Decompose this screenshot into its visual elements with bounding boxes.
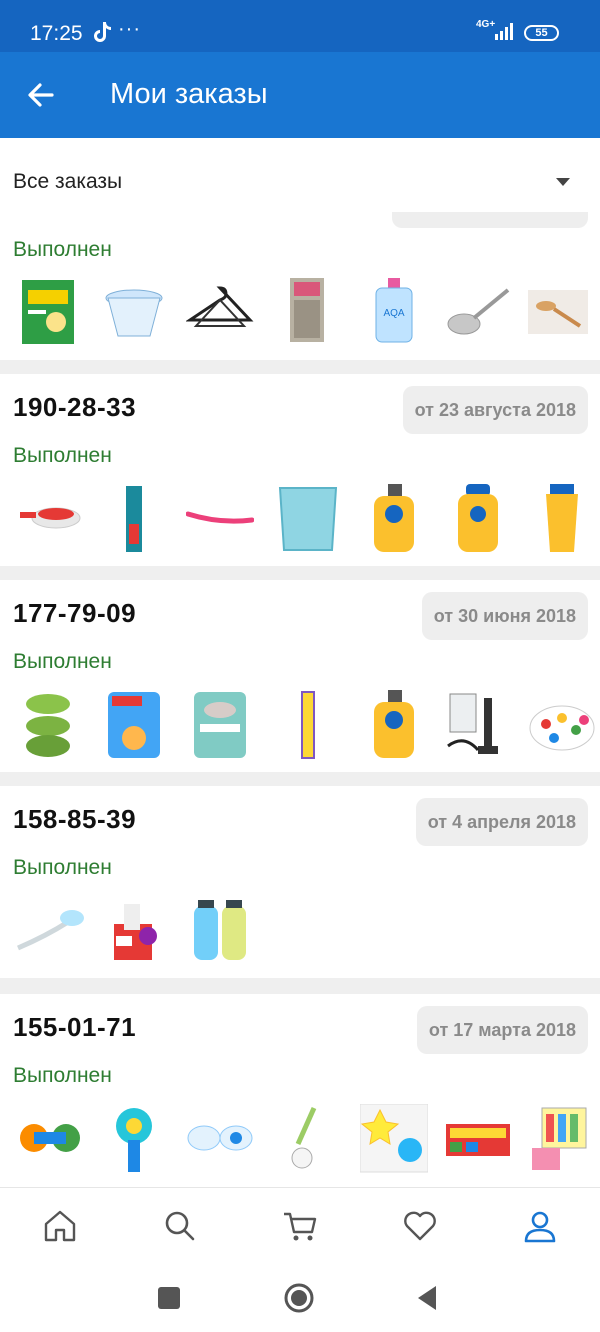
product-thumbnail[interactable] — [100, 896, 168, 966]
order-items: AQA — [0, 276, 600, 356]
product-thumbnail[interactable] — [186, 896, 254, 966]
product-thumbnail[interactable] — [528, 484, 596, 554]
status-more-dots: ··· — [118, 18, 141, 40]
product-thumbnail[interactable] — [274, 1104, 342, 1174]
status-time: 17:25 — [30, 22, 83, 45]
product-thumbnail[interactable] — [528, 690, 596, 760]
order-date-badge: от 4 апреля 2018 — [415, 798, 588, 846]
product-thumbnail[interactable] — [186, 1104, 254, 1174]
order-status: Выполнен — [13, 238, 112, 261]
order-items — [0, 484, 600, 564]
order-date-badge: от 17 марта 2018 — [416, 1006, 588, 1054]
product-thumbnail[interactable] — [16, 690, 84, 760]
order-number: 155-01-71 — [13, 1012, 137, 1042]
order-card[interactable]: Выполнен AQA — [0, 212, 600, 360]
system-navigation — [0, 1267, 600, 1332]
order-card[interactable]: 190-28-33 от 23 августа 2018 Выполнен — [0, 374, 600, 566]
order-items — [0, 896, 600, 976]
chevron-down-icon — [556, 178, 570, 186]
bottom-navigation — [0, 1187, 600, 1267]
product-thumbnail[interactable] — [528, 1104, 596, 1174]
order-items — [0, 690, 600, 770]
system-back-icon[interactable] — [410, 1281, 444, 1315]
product-thumbnail[interactable] — [100, 1104, 168, 1174]
signal-icon — [495, 23, 513, 40]
order-number: 190-28-33 — [13, 392, 137, 422]
tiktok-icon — [94, 22, 111, 42]
order-date-badge: от 23 августа 2018 — [402, 386, 588, 434]
cart-icon[interactable] — [280, 1206, 320, 1246]
product-thumbnail[interactable] — [100, 276, 168, 346]
product-thumbnail[interactable]: AQA — [360, 276, 428, 346]
order-card[interactable]: 158-85-39 от 4 апреля 2018 Выполнен — [0, 786, 600, 978]
product-thumbnail[interactable] — [360, 484, 428, 554]
order-date-badge: от 30 июня 2018 — [421, 592, 588, 640]
product-thumbnail[interactable] — [444, 1104, 512, 1174]
product-thumbnail[interactable] — [274, 690, 342, 760]
order-items — [0, 1103, 600, 1184]
home-button-icon[interactable] — [282, 1281, 316, 1315]
product-thumbnail[interactable] — [185, 276, 254, 346]
product-thumbnail[interactable] — [360, 690, 428, 760]
order-card[interactable]: 177-79-09 от 30 июня 2018 Выполнен — [0, 580, 600, 772]
home-icon[interactable] — [40, 1206, 80, 1246]
order-status: Выполнен — [13, 650, 112, 673]
product-thumbnail[interactable] — [100, 484, 168, 554]
product-thumbnail[interactable] — [274, 276, 342, 346]
order-status: Выполнен — [13, 1064, 112, 1087]
product-thumbnail[interactable] — [16, 276, 84, 346]
product-thumbnail[interactable] — [100, 690, 168, 760]
profile-icon[interactable] — [520, 1206, 560, 1246]
search-icon[interactable] — [160, 1206, 200, 1246]
order-status: Выполнен — [13, 444, 112, 467]
page-title: Мои заказы — [110, 78, 268, 110]
product-thumbnail[interactable] — [185, 484, 255, 554]
battery-icon: 55 — [524, 25, 559, 41]
product-thumbnail[interactable] — [16, 484, 84, 554]
svg-text:AQA: AQA — [383, 308, 404, 319]
product-thumbnail[interactable] — [16, 1104, 84, 1174]
product-thumbnail[interactable] — [444, 276, 512, 346]
order-number: 177-79-09 — [13, 598, 137, 628]
order-card[interactable]: 155-01-71 от 17 марта 2018 Выполнен — [0, 994, 600, 1187]
order-status: Выполнен — [13, 856, 112, 879]
network-type: 4G+ — [476, 19, 496, 30]
app-bar: Мои заказы — [0, 52, 600, 138]
heart-icon[interactable] — [400, 1206, 440, 1246]
product-thumbnail[interactable] — [274, 484, 342, 554]
product-thumbnail[interactable] — [444, 484, 512, 554]
product-thumbnail[interactable] — [359, 1103, 429, 1174]
filter-label: Все заказы — [13, 170, 123, 193]
product-thumbnail[interactable] — [528, 276, 596, 346]
order-number: 158-85-39 — [13, 804, 137, 834]
arrow-left-icon[interactable] — [22, 76, 62, 116]
product-thumbnail[interactable] — [16, 896, 84, 966]
order-date-badge — [392, 212, 588, 228]
recent-apps-icon[interactable] — [152, 1281, 186, 1315]
product-thumbnail[interactable] — [444, 690, 512, 760]
product-thumbnail[interactable] — [186, 690, 254, 760]
status-bar: 17:25 ··· 4G+ 55 — [0, 0, 600, 52]
